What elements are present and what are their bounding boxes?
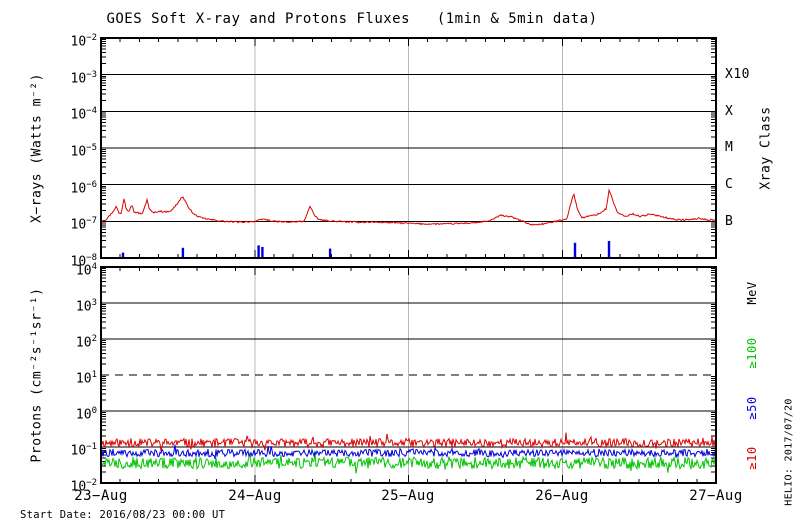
chart-canvas — [100, 37, 717, 484]
start-date-note: Start Date: 2016/08/23 00:00 UT — [20, 509, 226, 521]
y-tick-label: 100 — [75, 406, 97, 423]
goes-flux-plot: GOES Soft X-ray and Protons Fluxes (1min… — [0, 0, 800, 530]
x-tick-label-26aug: 26−Aug — [535, 488, 589, 504]
y-tick-label: 10−5 — [70, 143, 98, 160]
xray-class-label-c: C — [725, 177, 734, 192]
x-tick-label-24aug: 24−Aug — [228, 488, 282, 504]
xray-class-label-x: X — [725, 104, 734, 119]
y-tick-label: 104 — [75, 262, 97, 279]
x-tick-label-25aug: 25−Aug — [381, 488, 435, 504]
xray-class-label-x10: X10 — [725, 67, 750, 82]
y-tick-label: 103 — [75, 298, 97, 315]
y-tick-label: 101 — [75, 370, 97, 387]
y-tick-label: 10−1 — [70, 442, 98, 459]
y-tick-label: 10−7 — [70, 216, 98, 233]
proton-legend-ge10: ≥10 — [745, 446, 759, 470]
proton-legend-ge100: ≥100 — [745, 337, 759, 369]
xray-class-label-m: M — [725, 140, 734, 155]
credit-watermark: HELIO: 2017/07/20 — [783, 398, 795, 506]
y-tick-label: 10−3 — [70, 69, 98, 86]
proton-legend-ge50: ≥50 — [745, 396, 759, 420]
y-tick-label: 10−2 — [70, 478, 98, 495]
y-tick-label: 10−4 — [70, 106, 98, 123]
xray-class-axis-title: Xray Class — [758, 106, 774, 190]
y-tick-label: 102 — [75, 334, 97, 351]
y-tick-label: 10−2 — [70, 33, 98, 50]
y-tick-label: 10−6 — [70, 179, 98, 196]
xray-class-label-b: B — [725, 214, 734, 229]
x-tick-label-27aug: 27−Aug — [689, 488, 743, 504]
proton-mev-label: MeV — [745, 281, 759, 305]
plot-title: GOES Soft X-ray and Protons Fluxes (1min… — [106, 11, 598, 27]
